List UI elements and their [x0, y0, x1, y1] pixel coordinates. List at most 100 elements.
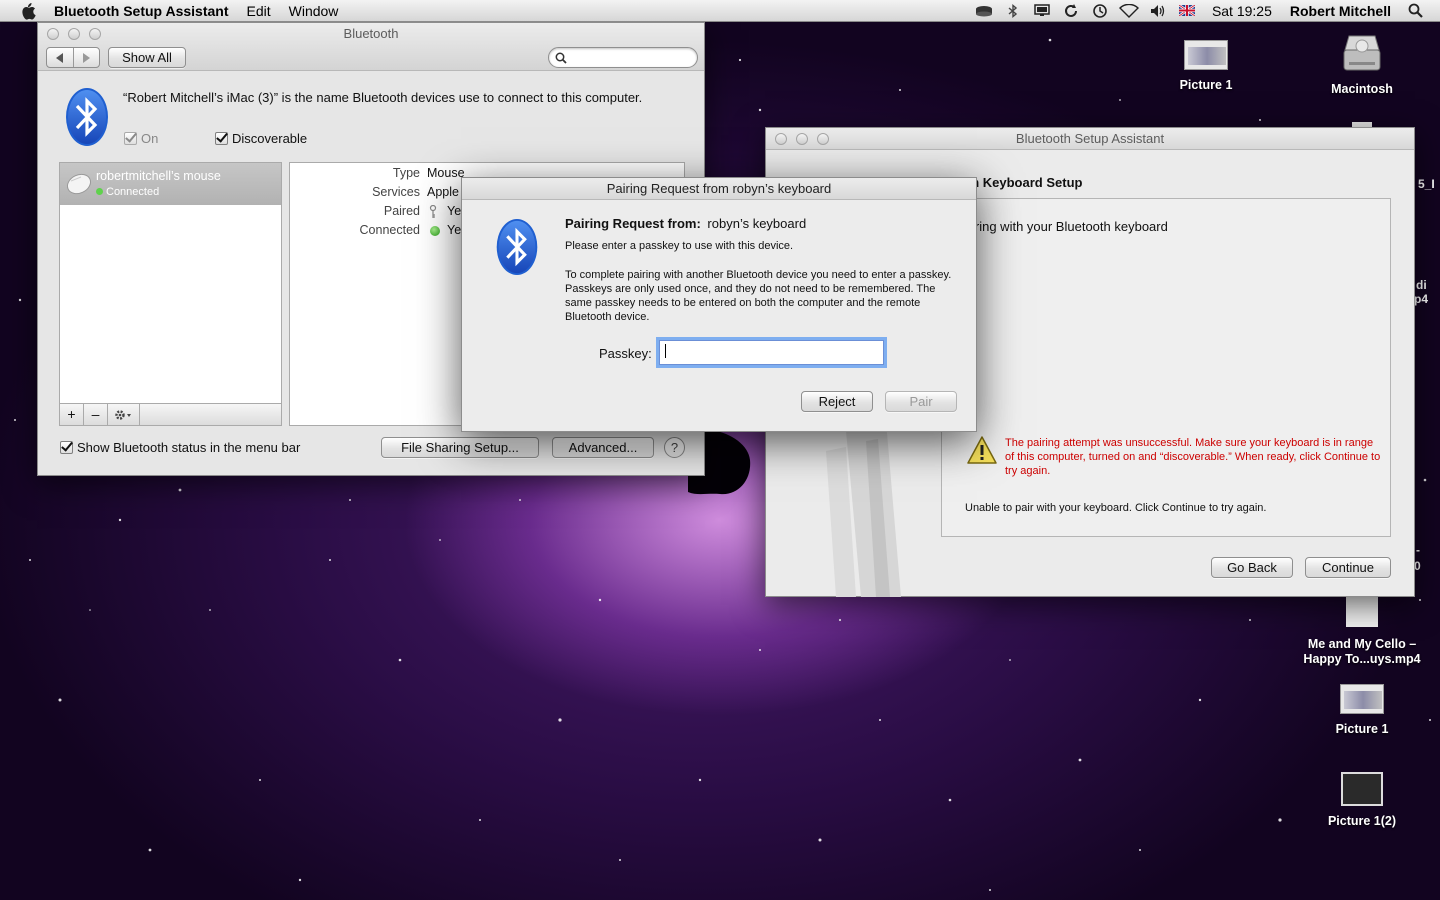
checkbox-icon — [215, 132, 228, 145]
discoverable-checkbox[interactable]: Discoverable — [215, 131, 307, 146]
detail-value-services: Apple — [427, 185, 459, 199]
zoom-button[interactable] — [89, 28, 101, 40]
mouse-device-icon — [65, 171, 93, 200]
edit-menu[interactable]: Edit — [238, 3, 280, 19]
detail-key-type: Type — [392, 166, 420, 180]
volume-icon[interactable] — [1144, 0, 1173, 22]
unable-to-pair-message: Unable to pair with your keyboard. Click… — [965, 502, 1267, 514]
search-field[interactable] — [548, 47, 698, 68]
window-titlebar: Bluetooth Show All — [38, 23, 704, 71]
checkbox-icon — [124, 132, 137, 145]
show-all-button[interactable]: Show All — [108, 47, 186, 68]
pairing-from-line: Pairing Request from: robyn’s keyboard — [565, 216, 806, 231]
device-name: robertmitchell’s mouse — [96, 169, 221, 183]
advanced-button[interactable]: Advanced... — [552, 437, 654, 458]
zoom-button[interactable] — [817, 133, 829, 145]
hard-drive-icon — [1341, 32, 1383, 74]
back-arrow-icon[interactable] — [47, 48, 74, 67]
pairing-from-device: robyn’s keyboard — [707, 216, 807, 231]
checkbox-icon — [60, 441, 73, 454]
desktop-icon-movie[interactable]: Me and My Cello – Happy To...uys.mp4 — [1302, 597, 1422, 667]
passkey-input[interactable] — [659, 340, 884, 365]
gear-icon — [114, 409, 131, 420]
spotlight-icon[interactable] — [1401, 0, 1430, 22]
display-icon[interactable] — [1028, 0, 1057, 22]
search-icon — [555, 52, 567, 64]
time-capsule-icon[interactable] — [970, 0, 999, 22]
minimize-button[interactable] — [68, 28, 80, 40]
partial-desktop-label: 0 — [1414, 559, 1421, 573]
pairing-failed-warning: The pairing attempt was unsuccessful. Ma… — [1005, 437, 1381, 477]
forward-arrow-icon[interactable] — [74, 48, 100, 67]
device-row-selected[interactable]: robertmitchell’s mouse Connected — [60, 163, 281, 205]
app-menu[interactable]: Bluetooth Setup Assistant — [54, 3, 238, 19]
computer-name-message: “Robert Mitchell’s iMac (3)” is the name… — [123, 90, 643, 105]
warning-triangle-icon — [966, 435, 998, 468]
desktop-icon-picture-1-2[interactable]: Picture 1(2) — [1302, 772, 1422, 829]
sync-icon[interactable] — [1057, 0, 1086, 22]
bluetooth-on-checkbox[interactable]: On — [124, 131, 158, 146]
assistant-content-box: iring with your Bluetooth keyboard The p… — [941, 198, 1391, 537]
close-button[interactable] — [47, 28, 59, 40]
detail-key-services: Services — [372, 185, 420, 199]
time-machine-icon[interactable] — [1086, 0, 1115, 22]
window-controls — [47, 28, 101, 40]
close-button[interactable] — [775, 133, 787, 145]
dialog-title: Pairing Request from robyn’s keyboard — [606, 181, 832, 196]
pairing-explanation: To complete pairing with another Bluetoo… — [565, 269, 952, 323]
window-menu[interactable]: Window — [280, 3, 348, 19]
screenshot-thumbnail-icon — [1340, 684, 1384, 714]
bluetooth-logo-icon — [65, 87, 109, 150]
reject-button[interactable]: Reject — [801, 391, 873, 412]
apple-menu-icon[interactable] — [20, 2, 40, 20]
text-cursor — [665, 344, 666, 358]
movie-file-icon — [1346, 597, 1378, 627]
detail-key-connected: Connected — [359, 223, 420, 237]
desktop-icon-picture-1[interactable]: Picture 1 — [1146, 40, 1266, 93]
wifi-icon[interactable] — [1115, 0, 1144, 22]
minimize-button[interactable] — [796, 133, 808, 145]
window-title: Bluetooth Setup Assistant — [1015, 131, 1165, 146]
device-list: robertmitchell’s mouse Connected — [59, 162, 282, 426]
connected-dot-icon — [96, 188, 103, 195]
window-title: Bluetooth — [343, 26, 399, 41]
detail-value-paired: Ye — [447, 204, 462, 218]
device-list-toolbar: + – — [59, 403, 282, 426]
detail-value-connected: Ye — [447, 223, 462, 237]
assistant-subheading: iring with your Bluetooth keyboard — [972, 219, 1168, 234]
remove-device-button[interactable]: – — [84, 404, 108, 425]
show-status-checkbox[interactable]: Show Bluetooth status in the menu bar — [60, 440, 300, 455]
continue-button[interactable]: Continue — [1305, 557, 1391, 578]
window-titlebar: Bluetooth Setup Assistant — [766, 128, 1414, 150]
screenshot-thumbnail-icon — [1184, 40, 1228, 70]
pairing-from-label: Pairing Request from: — [565, 216, 701, 231]
add-device-button[interactable]: + — [60, 404, 84, 425]
fast-user-switch-menu[interactable]: Robert Mitchell — [1282, 3, 1401, 19]
partial-desktop-label: 5_I — [1418, 177, 1435, 191]
partial-desktop-label: p4 — [1414, 292, 1429, 306]
go-back-button[interactable]: Go Back — [1211, 557, 1293, 578]
desktop-icon-picture-1b[interactable]: Picture 1 — [1302, 684, 1422, 737]
key-icon — [429, 204, 437, 222]
green-status-dot-icon — [430, 226, 440, 236]
pairing-request-dialog: Pairing Request from robyn’s keyboard Pa… — [461, 177, 977, 432]
pair-button[interactable]: Pair — [885, 391, 957, 412]
desktop-icon-macintosh-hd[interactable]: Macintosh — [1302, 32, 1422, 97]
help-button[interactable]: ? — [664, 437, 685, 458]
uk-flag-icon[interactable] — [1173, 0, 1202, 22]
passkey-instruction: Please enter a passkey to use with this … — [565, 240, 794, 252]
window-titlebar: Pairing Request from robyn’s keyboard — [462, 178, 976, 200]
menu-bar: Bluetooth Setup Assistant Edit Window Sa… — [0, 0, 1440, 22]
black-image-icon — [1341, 772, 1383, 806]
partial-desktop-label: di — [1416, 278, 1427, 292]
detail-value-type: Mouse — [427, 166, 465, 180]
device-status: Connected — [96, 186, 159, 198]
action-menu-button[interactable] — [108, 404, 140, 425]
detail-key-paired: Paired — [383, 204, 420, 218]
bluetooth-icon[interactable] — [999, 0, 1028, 22]
passkey-label: Passkey: — [599, 346, 652, 361]
file-sharing-setup-button[interactable]: File Sharing Setup... — [381, 437, 539, 458]
menu-clock[interactable]: Sat 19:25 — [1202, 3, 1282, 19]
back-forward-buttons — [46, 47, 100, 68]
window-controls — [775, 133, 829, 145]
